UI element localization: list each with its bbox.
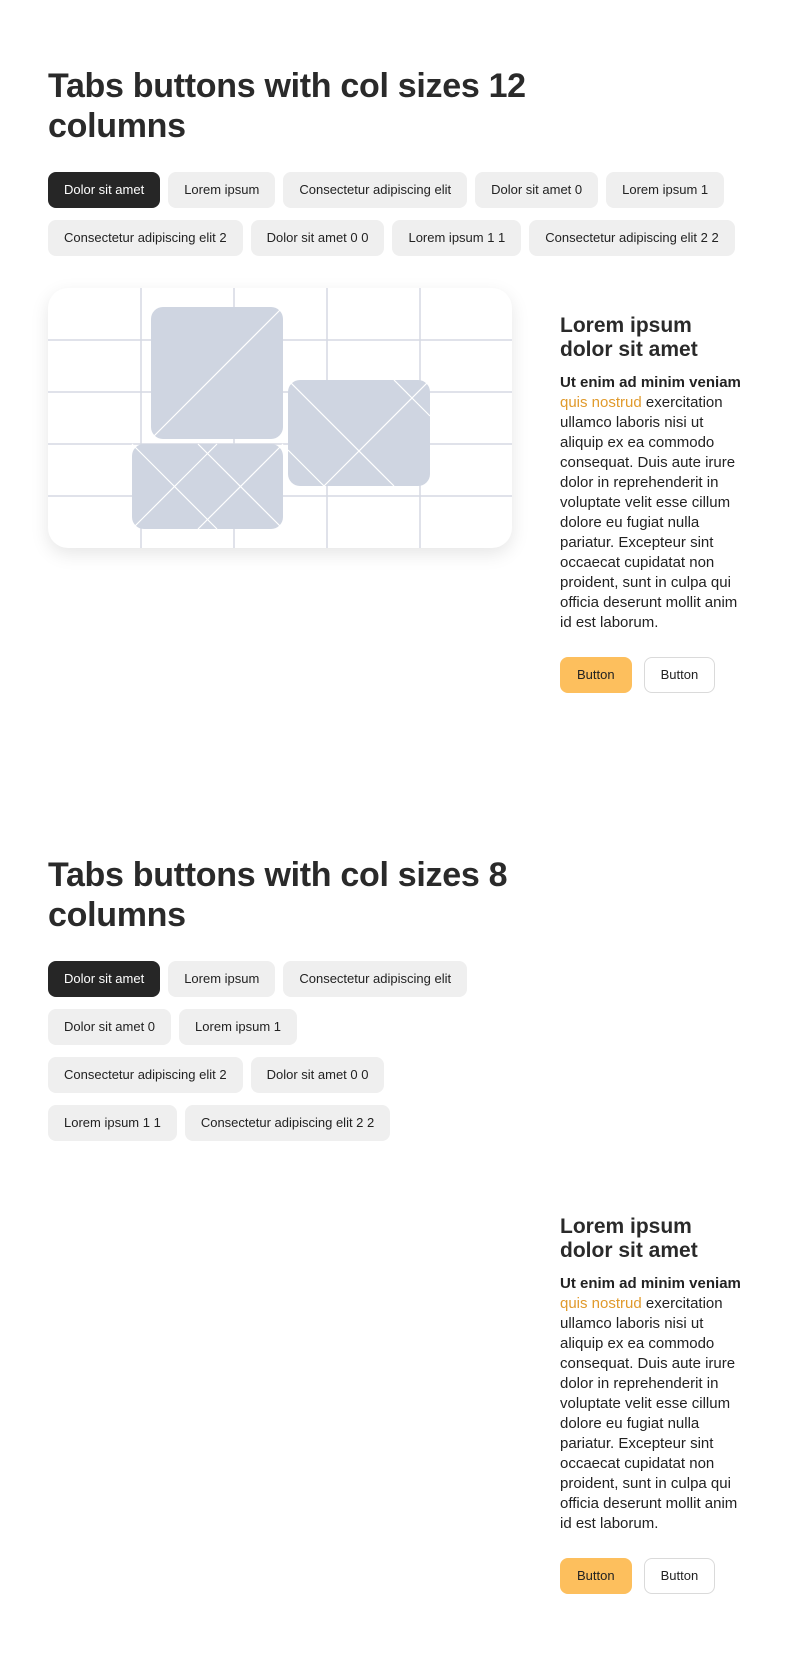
body-link[interactable]: quis nostrud: [560, 1295, 642, 1312]
tab-lorem-ipsum-1-1[interactable]: Lorem ipsum 1 1: [392, 220, 522, 256]
section-title: Tabs buttons with col sizes 12 columns: [48, 67, 526, 145]
image-placeholder-icon: [48, 288, 512, 548]
primary-button[interactable]: Button: [560, 1558, 632, 1594]
tab-list: Dolor sit amet Lorem ipsum Consectetur a…: [48, 961, 478, 1141]
content-heading: Lorem ipsum dolor sit amet: [560, 1215, 698, 1262]
body-bold-text: Ut enim ad minim veniam: [560, 1275, 741, 1292]
button-group: Button Button: [560, 657, 748, 693]
tab-dolor-sit-amet-0[interactable]: Dolor sit amet 0: [475, 172, 599, 208]
tab-dolor-sit-amet[interactable]: Dolor sit amet: [48, 961, 161, 997]
tab-consectetur-adipiscing-elit-2-2[interactable]: Consectetur adipiscing elit 2 2: [184, 1105, 391, 1141]
tab-lorem-ipsum[interactable]: Lorem ipsum: [168, 961, 276, 997]
text-block: Lorem ipsum dolor sit amet Ut enim ad mi…: [560, 1215, 748, 1594]
tab-lorem-ipsum-1-1[interactable]: Lorem ipsum 1 1: [48, 1105, 177, 1141]
tab-dolor-sit-amet-0-0[interactable]: Dolor sit amet 0 0: [250, 220, 385, 256]
content-heading: Lorem ipsum dolor sit amet: [560, 314, 698, 361]
body-text: exercitation ullamco laboris nisi ut ali…: [560, 1295, 738, 1532]
content-paragraph: Ut enim ad minim veniam quis nostrud exe…: [560, 373, 748, 633]
body-bold-text: Ut enim ad minim veniam: [560, 374, 741, 391]
tab-panel: Lorem ipsum dolor sit amet Ut enim ad mi…: [48, 1189, 752, 1599]
tab-consectetur-adipiscing-elit-2[interactable]: Consectetur adipiscing elit 2: [48, 220, 243, 256]
tab-consectetur-adipiscing-elit-2-2[interactable]: Consectetur adipiscing elit 2 2: [529, 220, 735, 256]
section-12-columns: Tabs buttons with col sizes 12 columns D…: [48, 66, 752, 698]
tab-dolor-sit-amet-0[interactable]: Dolor sit amet 0: [48, 1009, 172, 1045]
primary-button[interactable]: Button: [560, 657, 632, 693]
tab-dolor-sit-amet-0-0[interactable]: Dolor sit amet 0 0: [250, 1057, 385, 1093]
tab-consectetur-adipiscing-elit[interactable]: Consectetur adipiscing elit: [283, 961, 468, 997]
tab-dolor-sit-amet[interactable]: Dolor sit amet: [48, 172, 161, 208]
tab-lorem-ipsum-1[interactable]: Lorem ipsum 1: [179, 1009, 298, 1045]
tab-consectetur-adipiscing-elit[interactable]: Consectetur adipiscing elit: [283, 172, 468, 208]
secondary-button[interactable]: Button: [643, 657, 716, 693]
tab-lorem-ipsum-1[interactable]: Lorem ipsum 1: [606, 172, 725, 208]
image-placeholder-card: [48, 288, 512, 548]
tab-lorem-ipsum[interactable]: Lorem ipsum: [168, 172, 276, 208]
tab-list: Dolor sit amet Lorem ipsum Consectetur a…: [48, 172, 752, 256]
tab-panel: Lorem ipsum dolor sit amet Ut enim ad mi…: [48, 288, 752, 698]
section-title: Tabs buttons with col sizes 8 columns: [48, 856, 508, 934]
text-block: Lorem ipsum dolor sit amet Ut enim ad mi…: [560, 314, 748, 693]
button-group: Button Button: [560, 1558, 748, 1594]
tab-consectetur-adipiscing-elit-2[interactable]: Consectetur adipiscing elit 2: [48, 1057, 243, 1093]
content-paragraph: Ut enim ad minim veniam quis nostrud exe…: [560, 1274, 748, 1534]
secondary-button[interactable]: Button: [643, 1558, 716, 1594]
body-link[interactable]: quis nostrud: [560, 394, 642, 411]
section-8-columns: Tabs buttons with col sizes 8 columns Do…: [48, 855, 752, 1599]
body-text: exercitation ullamco laboris nisi ut ali…: [560, 394, 738, 631]
